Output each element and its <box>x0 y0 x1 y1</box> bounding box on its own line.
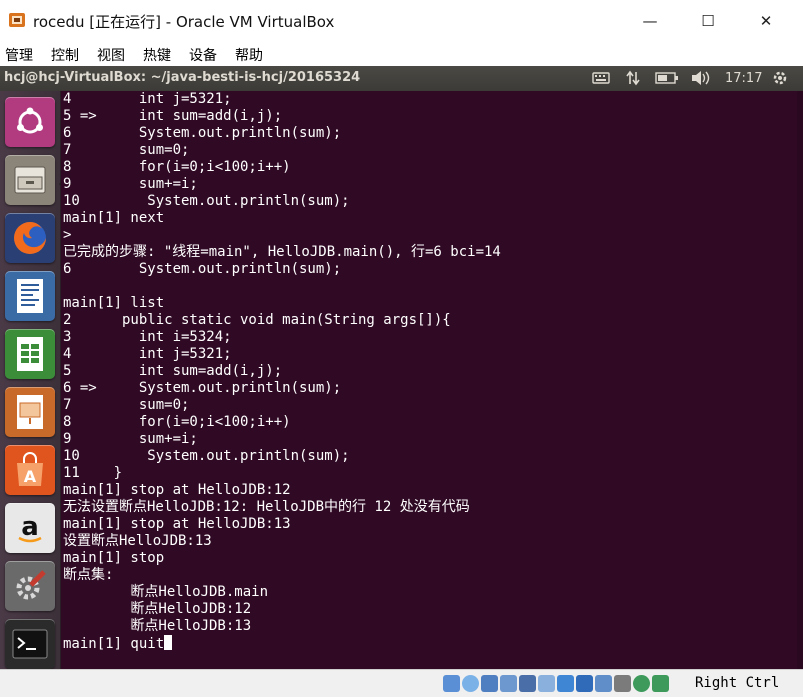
terminal-line: 8 for(i=0;i<100;i++) <box>63 159 291 175</box>
menu-devices[interactable]: 设备 <box>189 45 217 65</box>
launcher-files-button[interactable] <box>5 155 55 205</box>
terminal-content[interactable]: 4 int j=5321; 5 => int sum=add(i,j); 6 Sys… <box>61 91 803 669</box>
terminal-line: 无法设置断点HelloJDB:12: HelloJDB中的行 12 处没有代码 <box>63 499 470 515</box>
power-gear-icon[interactable] <box>771 69 789 87</box>
svg-text:A: A <box>24 467 37 486</box>
impress-presentation-icon <box>17 395 43 429</box>
launcher-impress-button[interactable] <box>5 387 55 437</box>
terminal-scrollbar[interactable] <box>797 91 803 669</box>
unity-launcher: A a <box>0 91 61 669</box>
launcher-calc-button[interactable] <box>5 329 55 379</box>
launcher-writer-button[interactable] <box>5 271 55 321</box>
terminal-line: main[1] stop at HelloJDB:12 <box>63 482 291 498</box>
calc-spreadsheet-icon <box>17 337 43 371</box>
close-button[interactable]: ✕ <box>743 6 789 36</box>
terminal-line: 2 public static void main(String args[])… <box>63 312 451 328</box>
terminal-line: main[1] stop at HelloJDB:13 <box>63 516 291 532</box>
battery-icon[interactable] <box>655 69 679 87</box>
terminal-line: 8 for(i=0;i<100;i++) <box>63 414 291 430</box>
keyboard-icon[interactable] <box>592 69 610 87</box>
audio-icon[interactable] <box>481 675 498 692</box>
network-icon[interactable] <box>500 675 517 692</box>
terminal-line: main[1] list <box>63 295 165 311</box>
shared-folders-icon[interactable] <box>538 675 555 692</box>
display-icon[interactable] <box>557 675 574 692</box>
clipboard-icon[interactable] <box>595 675 612 692</box>
terminal-line: 4 int j=5321; <box>63 346 232 362</box>
terminal-line: 5 int sum=add(i,j); <box>63 363 283 379</box>
terminal-line: > <box>63 227 72 243</box>
terminal-line: 设置断点HelloJDB:13 <box>63 533 212 549</box>
terminal-window-title: hcj@hcj-VirtualBox: ~/java-besti-is-hcj/… <box>4 70 361 85</box>
menu-manage[interactable]: 管理 <box>5 45 33 65</box>
launcher-firefox-button[interactable] <box>5 213 55 263</box>
terminal-line: 6 => System.out.println(sum); <box>63 380 342 396</box>
volume-icon[interactable] <box>690 69 710 87</box>
terminal-line: 9 sum+=i; <box>63 176 198 192</box>
menu-hotkey[interactable]: 热键 <box>143 45 171 65</box>
terminal-line: 6 System.out.println(sum); <box>63 125 342 141</box>
mouse-integration-icon[interactable] <box>633 675 650 692</box>
terminal-line: 4 int j=5321; <box>63 91 232 107</box>
terminal-line: 11 } <box>63 465 123 481</box>
terminal-icon <box>12 629 48 659</box>
settings-wrench-icon <box>16 570 46 600</box>
terminal-line: main[1] quit <box>63 635 501 652</box>
terminal-line: main[1] stop <box>63 550 165 566</box>
virtualbox-statusbar: Right Ctrl <box>0 669 803 697</box>
host-key-label: Right Ctrl <box>695 675 780 691</box>
terminal-line: 已完成的步骤: "线程=main", HelloJDB.main(), 行=6 … <box>63 244 501 260</box>
ubuntu-logo-icon <box>17 107 43 134</box>
menu-bar: 管理 控制 视图 热键 设备 帮助 <box>0 42 803 66</box>
usb-icon[interactable] <box>519 675 536 692</box>
maximize-button[interactable]: ☐ <box>685 6 731 36</box>
ubuntu-top-panel: hcj@hcj-VirtualBox: ~/java-besti-is-hcj/… <box>0 66 803 91</box>
terminal-line: 7 sum=0; <box>63 397 190 413</box>
virtualbox-app-icon <box>9 13 25 27</box>
launcher-terminal-button[interactable] <box>5 619 55 669</box>
terminal-output: 4 int j=5321; 5 => int sum=add(i,j); 6 Sys… <box>63 91 501 652</box>
menu-help[interactable]: 帮助 <box>235 45 263 65</box>
terminal-line: 7 sum=0; <box>63 142 190 158</box>
file-cabinet-icon <box>14 166 46 194</box>
terminal-cursor <box>164 635 173 650</box>
optical-drive-icon[interactable] <box>462 675 479 692</box>
launcher-settings-button[interactable] <box>5 561 55 611</box>
launcher-software-center-button[interactable]: A <box>5 445 55 495</box>
firefox-icon <box>14 222 46 254</box>
keyboard-capture-icon[interactable] <box>652 675 669 692</box>
terminal-line: 10 System.out.println(sum); <box>63 448 350 464</box>
clock[interactable]: 17:17 <box>725 69 762 87</box>
terminal-line: 5 => int sum=add(i,j); <box>63 108 283 124</box>
menu-control[interactable]: 控制 <box>51 45 79 65</box>
launcher-amazon-button[interactable]: a <box>5 503 55 553</box>
window-title: rocedu [正在运行] - Oracle VM VirtualBox <box>33 13 335 31</box>
hard-disk-icon[interactable] <box>443 675 460 692</box>
network-transfer-icon[interactable] <box>626 69 640 87</box>
menu-view[interactable]: 视图 <box>97 45 125 65</box>
minimize-button[interactable]: — <box>627 6 673 36</box>
shopping-bag-icon: A <box>17 452 43 486</box>
writer-document-icon <box>17 279 43 313</box>
svg-text:a: a <box>21 512 39 542</box>
terminal-line: main[1] next <box>63 210 165 226</box>
terminal-line: 3 int i=5324; <box>63 329 232 345</box>
amazon-icon: a <box>18 512 42 543</box>
cpu-icon[interactable] <box>614 675 631 692</box>
terminal-line: 断点集: <box>63 567 114 583</box>
terminal-line: 断点HelloJDB:12 <box>63 601 252 617</box>
launcher-dash-button[interactable] <box>5 97 55 147</box>
window-titlebar: rocedu [正在运行] - Oracle VM VirtualBox — ☐… <box>0 0 803 43</box>
terminal-line: 6 System.out.println(sum); <box>63 261 342 277</box>
terminal-line: 9 sum+=i; <box>63 431 198 447</box>
terminal-line: 断点HelloJDB:13 <box>63 618 252 634</box>
video-capture-icon[interactable] <box>576 675 593 692</box>
terminal-line: 断点HelloJDB.main <box>63 584 269 600</box>
terminal-line: 10 System.out.println(sum); <box>63 193 350 209</box>
